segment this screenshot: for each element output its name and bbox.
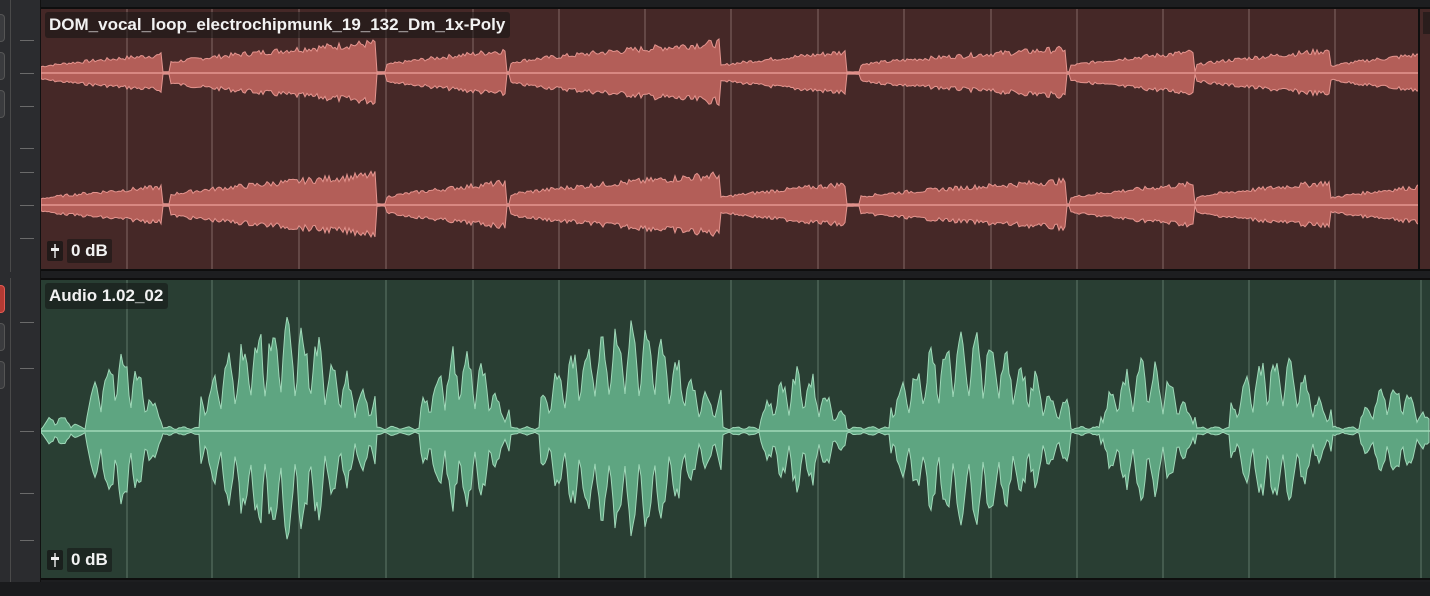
audio-clip-audio-1-02-02[interactable]: Audio 1.02_02 0 dB xyxy=(41,278,1430,580)
track-2-button-c[interactable] xyxy=(0,361,5,389)
next-clip-name-label xyxy=(1423,12,1430,34)
clip-gain-value: 0 dB xyxy=(67,239,112,263)
meter-tick xyxy=(20,493,34,494)
track-2-record-arm-button[interactable] xyxy=(0,285,5,313)
clip-gain-control[interactable]: 0 dB xyxy=(47,239,112,263)
waveform-shape xyxy=(41,316,1430,540)
meter-tick xyxy=(20,106,34,107)
track-1-button-b[interactable] xyxy=(0,52,5,80)
meter-tick xyxy=(20,148,34,149)
meter-tick xyxy=(20,73,34,74)
track-header-strip xyxy=(0,0,41,596)
next-clip-edge[interactable] xyxy=(1418,9,1430,269)
clip-gain-value: 0 dB xyxy=(67,548,112,572)
track-1-button-c[interactable] xyxy=(0,90,5,118)
clip-name-label[interactable]: Audio 1.02_02 xyxy=(45,283,169,309)
meter-tick xyxy=(20,205,34,206)
waveform-shape xyxy=(41,38,1430,107)
track-2-button-b[interactable] xyxy=(0,323,5,351)
audio-clip-vocal-loop[interactable]: DOM_vocal_loop_electrochipmunk_19_132_Dm… xyxy=(41,7,1430,271)
timeline-bottom-bar xyxy=(0,582,1430,596)
clip-gain-fader-icon[interactable] xyxy=(47,550,63,570)
meter-tick xyxy=(20,40,34,41)
meter-tick xyxy=(20,322,34,323)
meter-tick xyxy=(20,540,34,541)
meter-tick xyxy=(20,172,34,173)
clip-gain-fader-icon[interactable] xyxy=(47,241,63,261)
clip-gain-control[interactable]: 0 dB xyxy=(47,548,112,572)
meter-tick xyxy=(20,431,34,432)
meter-tick xyxy=(20,368,34,369)
clip-1-waveform xyxy=(41,9,1430,269)
clip-name-label[interactable]: DOM_vocal_loop_electrochipmunk_19_132_Dm… xyxy=(45,12,511,38)
meter-tick xyxy=(20,238,34,239)
waveform-shape xyxy=(41,170,1430,238)
track-1-meter-line xyxy=(10,0,11,272)
clip-2-waveform xyxy=(41,280,1430,578)
track-2-meter-line xyxy=(10,278,11,582)
track-1-button-a[interactable] xyxy=(0,14,5,42)
